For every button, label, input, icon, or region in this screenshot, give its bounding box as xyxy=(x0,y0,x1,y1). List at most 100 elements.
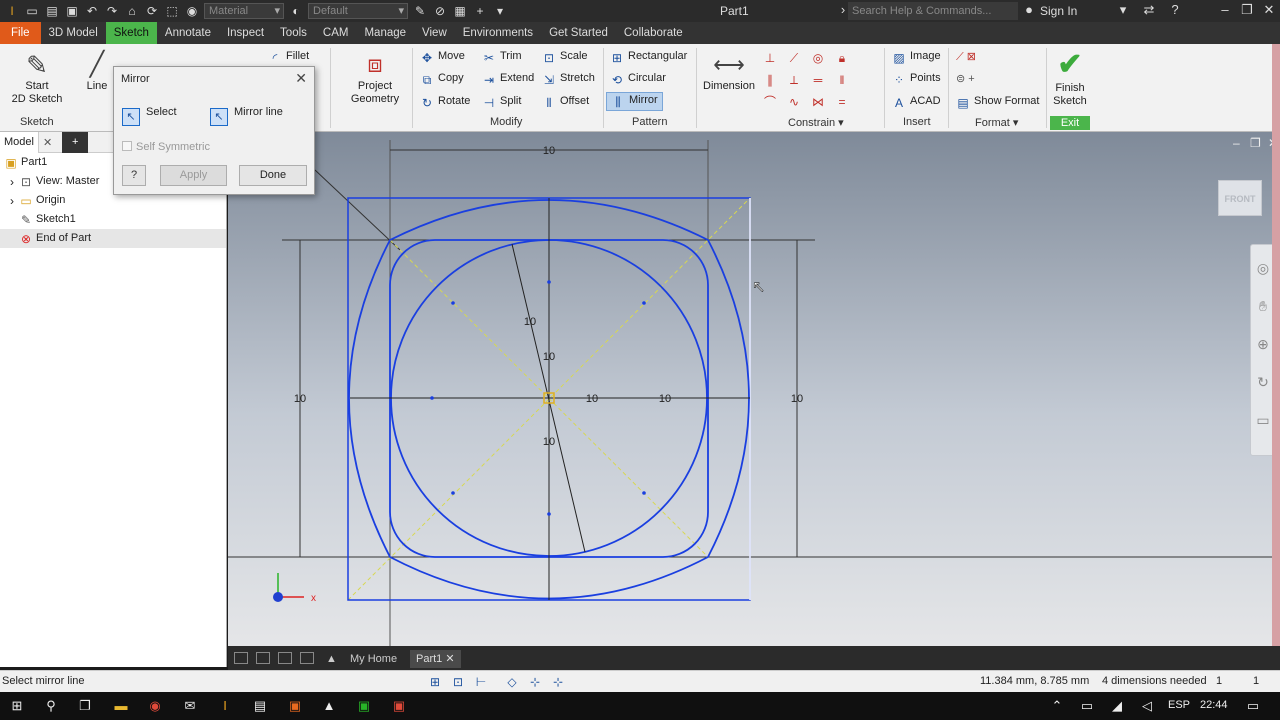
restore-view-button[interactable]: ❐ xyxy=(1250,136,1261,150)
chevron-up-icon[interactable]: ⌃ xyxy=(1048,697,1066,715)
tree-item-end-of-part[interactable]: ⊗ End of Part xyxy=(0,229,226,248)
circular-pattern-button[interactable]: ⟲ Circular xyxy=(610,72,666,87)
volume-icon[interactable]: ◁ xyxy=(1138,697,1156,715)
panel-constrain-label[interactable]: Constrain ▾ xyxy=(788,116,844,129)
concentric-icon[interactable]: ◎ xyxy=(808,48,828,68)
image-button[interactable]: ▨ Image xyxy=(892,50,940,65)
search-input[interactable]: Search Help & Commands... xyxy=(848,2,1018,20)
viewcube[interactable]: FRONT xyxy=(1218,180,1262,216)
offset-button[interactable]: ⫴ Offset xyxy=(542,95,589,110)
chevron-right-icon[interactable]: › xyxy=(8,175,16,189)
constraint-inference-icon[interactable]: ⊹ xyxy=(527,674,543,690)
appearance-icon[interactable]: ◐ xyxy=(288,3,304,19)
tree-item-sketch1[interactable]: ✎ Sketch1 xyxy=(0,210,226,229)
chrome-icon[interactable]: ◉ xyxy=(146,697,164,715)
app-logo-icon[interactable]: I xyxy=(4,3,20,19)
app-icon[interactable]: ▣ xyxy=(390,697,408,715)
dimension-button[interactable]: ⟷ Dimension xyxy=(700,50,758,93)
tab-get-started[interactable]: Get Started xyxy=(541,22,616,44)
sketch-point[interactable] xyxy=(451,301,455,305)
app-icon[interactable]: ▣ xyxy=(355,697,373,715)
appearance-dropdown[interactable]: Default xyxy=(308,3,408,19)
select-icon[interactable]: ⬚ xyxy=(164,3,180,19)
move-button[interactable]: ✥ Move xyxy=(420,50,465,65)
centerline-button[interactable]: ⊜ + xyxy=(956,72,975,85)
app-icon[interactable]: ▣ xyxy=(286,697,304,715)
customize-qat-icon[interactable]: ▾ xyxy=(492,3,508,19)
tab-model[interactable]: Model xyxy=(0,131,39,153)
tab-my-home[interactable]: My Home xyxy=(344,650,403,668)
rectangular-pattern-button[interactable]: ⊞ Rectangular xyxy=(610,50,687,65)
split-button[interactable]: ⊣ Split xyxy=(482,95,522,110)
apply-button[interactable]: Apply xyxy=(160,165,227,186)
dimension-value[interactable]: 10 xyxy=(791,393,803,405)
mail-icon[interactable]: ✉ xyxy=(181,697,199,715)
finish-sketch-button[interactable]: ✔ Finish Sketch xyxy=(1050,48,1090,108)
close-icon[interactable]: ✕ xyxy=(39,136,56,149)
self-symmetric-checkbox[interactable]: Self Symmetric xyxy=(122,141,210,153)
fillet-button[interactable]: ◜ Fillet xyxy=(268,50,310,65)
tab-list-icon[interactable]: ▲ xyxy=(320,650,343,668)
show-format-button[interactable]: ▤ Show Format xyxy=(956,95,1039,110)
tab-view[interactable]: View xyxy=(414,22,455,44)
parallel-icon[interactable]: ∥ xyxy=(760,70,780,90)
tab-sketch[interactable]: Sketch xyxy=(105,22,157,44)
tab-annotate[interactable]: Annotate xyxy=(157,22,219,44)
sketch-point[interactable] xyxy=(451,491,455,495)
relax-mode-icon[interactable]: ⊹ xyxy=(550,674,566,690)
clear-icon[interactable]: ⊘ xyxy=(432,3,448,19)
add-tab-icon[interactable]: + xyxy=(62,131,89,153)
dimension-value[interactable]: 10 xyxy=(586,393,598,405)
tile-vertical-icon[interactable] xyxy=(300,652,314,664)
clock[interactable]: 22:44 xyxy=(1200,699,1228,711)
tab-part1[interactable]: Part1 ✕ xyxy=(410,650,461,668)
select-button[interactable]: ↖ Select xyxy=(122,106,177,126)
collinear-icon[interactable]: ⟋ xyxy=(784,48,804,68)
tangent-icon[interactable]: ⌒ xyxy=(760,92,780,112)
dimension-value[interactable]: 10 xyxy=(294,393,306,405)
grid-icon[interactable]: ⊞ xyxy=(427,674,443,690)
close-icon[interactable]: ✕ xyxy=(445,653,454,665)
start-2d-sketch-button[interactable]: ✎ Start 2D Sketch xyxy=(8,50,66,106)
tile-grid-icon[interactable] xyxy=(256,652,270,664)
tab-manage[interactable]: Manage xyxy=(356,22,414,44)
close-icon[interactable]: ✕ xyxy=(295,70,307,87)
language-indicator[interactable]: ESP xyxy=(1168,699,1190,711)
restore-button[interactable]: ❐ xyxy=(1238,2,1256,18)
coincident-icon[interactable]: ⊥ xyxy=(760,48,780,68)
tab-collaborate[interactable]: Collaborate xyxy=(616,22,691,44)
dimension-display-icon[interactable]: ⊢ xyxy=(473,674,489,690)
display-icon[interactable]: ◇ xyxy=(504,674,520,690)
tile-horizontal-icon[interactable] xyxy=(234,652,248,664)
tab-cam[interactable]: CAM xyxy=(315,22,357,44)
new-icon[interactable]: ▭ xyxy=(24,3,40,19)
battery-icon[interactable]: ▭ xyxy=(1078,697,1096,715)
line-button[interactable]: ╱ Line xyxy=(82,50,112,93)
tile-stack-icon[interactable] xyxy=(278,652,292,664)
help-button[interactable]: ? xyxy=(122,165,146,186)
extend-button[interactable]: ⇥ Extend xyxy=(482,72,534,87)
dimension-value[interactable]: 10 xyxy=(524,316,536,328)
dimension-value[interactable]: 10 xyxy=(543,436,555,448)
open-icon[interactable]: ▤ xyxy=(44,3,60,19)
sketch-canvas[interactable]: 10 10 10 10 10 10 10 10 x ↖ xyxy=(228,132,1280,646)
tab-environments[interactable]: Environments xyxy=(455,22,541,44)
dimension-value[interactable]: 10 xyxy=(659,393,671,405)
tab-tools[interactable]: Tools xyxy=(272,22,315,44)
inventor-icon[interactable]: I xyxy=(216,697,234,715)
mirror-button[interactable]: ⫼ Mirror xyxy=(606,92,663,111)
file-explorer-icon[interactable]: ▬ xyxy=(112,697,130,715)
update-icon[interactable]: ⟳ xyxy=(144,3,160,19)
perpendicular-icon[interactable]: ⟂ xyxy=(784,70,804,90)
construction-button[interactable]: ⟋ ⊠ xyxy=(956,50,976,64)
minimize-button[interactable]: – xyxy=(1216,2,1234,17)
measure-icon[interactable]: ▦ xyxy=(452,3,468,19)
done-button[interactable]: Done xyxy=(239,165,307,186)
fix-icon[interactable]: 🔒︎ xyxy=(832,48,852,68)
search-icon[interactable]: ⚲ xyxy=(42,697,60,715)
material-dropdown[interactable]: Material xyxy=(204,3,284,19)
trim-button[interactable]: ✂ Trim xyxy=(482,50,522,65)
redo-icon[interactable]: ↷ xyxy=(104,3,120,19)
smooth-icon[interactable]: ∿ xyxy=(784,92,804,112)
properties-icon[interactable]: ◉ xyxy=(184,3,200,19)
